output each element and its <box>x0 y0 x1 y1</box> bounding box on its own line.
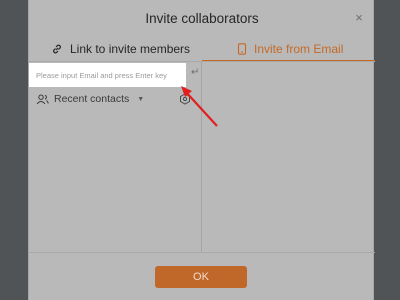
contacts-icon <box>36 94 49 104</box>
tabs-divider <box>29 61 375 62</box>
page-backdrop-right <box>374 0 400 300</box>
red-arrow-icon <box>181 86 218 127</box>
invite-dialog: Invite collaborators × Link to invite me… <box>28 0 375 300</box>
caret-down-icon: ▼ <box>137 95 145 103</box>
ok-button[interactable]: OK <box>155 266 247 288</box>
tab-invite-email[interactable]: Invite from Email <box>237 38 343 60</box>
close-icon: × <box>355 10 363 25</box>
link-icon <box>53 44 61 54</box>
tab-link-invite[interactable]: Link to invite members <box>51 38 190 60</box>
phone-icon <box>237 43 247 55</box>
close-button[interactable]: × <box>352 10 366 26</box>
footer-divider <box>29 252 375 253</box>
dialog-title: Invite collaborators <box>145 11 259 26</box>
tab-link-invite-label: Link to invite members <box>70 42 191 56</box>
recent-contacts-dropdown[interactable]: Recent contacts ▼ <box>36 92 144 106</box>
enter-key-icon: ↵ <box>191 67 200 78</box>
email-input[interactable] <box>29 63 186 87</box>
tab-invite-email-label: Invite from Email <box>254 42 344 56</box>
recent-contacts-label: Recent contacts <box>54 93 130 105</box>
page-backdrop-left <box>0 0 28 300</box>
